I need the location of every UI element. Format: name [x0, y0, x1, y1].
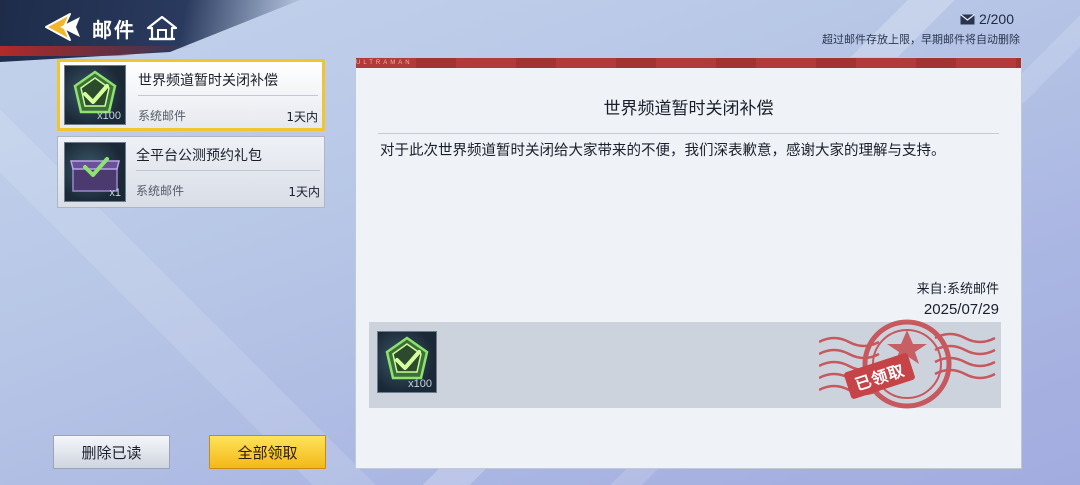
mail-item-quantity: x1 [109, 187, 121, 199]
mail-limit-notice: 超过邮件存放上限，早期邮件将自动删除 [822, 33, 1020, 46]
attachment-panel: x100 已领取 [369, 319, 1001, 409]
mail-list-item[interactable]: x1 全平台公测预约礼包 系统邮件 1天内 [57, 136, 325, 208]
page-title: 邮件 [92, 18, 136, 42]
mail-item-sender: 系统邮件 [138, 109, 187, 123]
mail-count-value: 2/200 [978, 11, 1014, 27]
mail-item-thumbnail: x100 [64, 65, 126, 125]
mail-item-quantity: x100 [97, 110, 121, 122]
mail-item-thumbnail: x1 [64, 142, 126, 202]
claim-all-button[interactable]: 全部领取 [209, 435, 326, 469]
mail-detail-divider [378, 133, 999, 134]
attachment-item[interactable]: x100 [377, 331, 437, 393]
ribbon-text: ULTRAMAN [356, 60, 413, 66]
home-icon[interactable] [146, 14, 178, 42]
mail-detail-sender: 来自:系统邮件 [916, 282, 999, 297]
mail-detail-body: 对于此次世界频道暂时关闭给大家带来的不便，我们深表歉意，感谢大家的理解与支持。 [380, 143, 946, 159]
mail-item-subject: 世界频道暂时关闭补偿 [138, 73, 278, 89]
mail-item-sender: 系统邮件 [136, 184, 185, 198]
mail-item-divider [136, 170, 320, 171]
mail-list-item[interactable]: x100 世界频道暂时关闭补偿 系统邮件 1天内 [57, 59, 325, 131]
mail-detail-title: 世界频道暂时关闭补偿 [603, 99, 774, 119]
mail-item-subject: 全平台公测预约礼包 [136, 148, 262, 164]
mail-detail-panel: ULTRAMAN 世界频道暂时关闭补偿 对于此次世界频道暂时关闭给大家带来的不便… [355, 57, 1022, 469]
decorative-ribbon: ULTRAMAN [356, 58, 1021, 68]
envelope-icon [960, 13, 975, 24]
attachment-quantity: x100 [408, 378, 432, 390]
mail-item-divider [138, 95, 318, 96]
back-arrow-icon[interactable] [44, 12, 82, 42]
mail-item-age: 1天内 [286, 110, 318, 124]
mail-count: 2/200 [960, 11, 1014, 27]
mail-item-age: 1天内 [288, 185, 320, 199]
delete-read-button[interactable]: 删除已读 [53, 435, 170, 469]
